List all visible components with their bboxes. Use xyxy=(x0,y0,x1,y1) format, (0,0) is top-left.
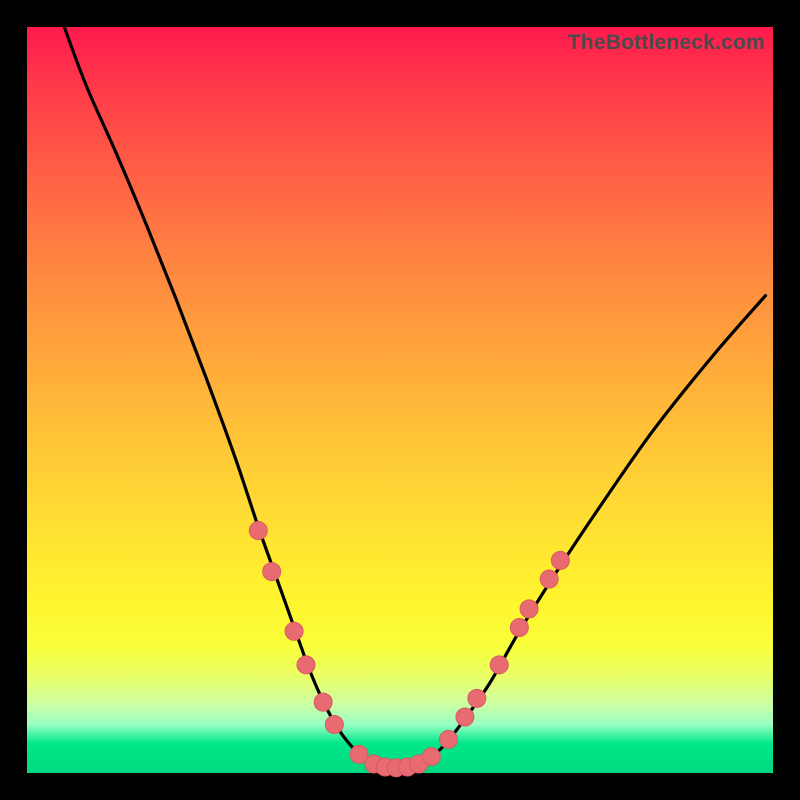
bottleneck-curve-path xyxy=(64,27,765,769)
data-marker xyxy=(468,689,486,707)
data-marker xyxy=(325,716,343,734)
data-marker xyxy=(263,563,281,581)
data-marker xyxy=(249,522,267,540)
chart-plot-area: TheBottleneck.com xyxy=(27,27,773,773)
data-marker xyxy=(439,730,457,748)
data-marker xyxy=(540,570,558,588)
chart-frame: TheBottleneck.com xyxy=(0,0,800,800)
data-marker xyxy=(490,656,508,674)
data-marker xyxy=(314,693,332,711)
data-marker xyxy=(510,619,528,637)
chart-svg xyxy=(27,27,773,773)
data-marker xyxy=(297,656,315,674)
data-marker xyxy=(285,622,303,640)
data-marker xyxy=(520,600,538,618)
data-marker xyxy=(456,708,474,726)
data-marker xyxy=(422,748,440,766)
marker-group xyxy=(249,522,569,777)
data-marker xyxy=(551,551,569,569)
